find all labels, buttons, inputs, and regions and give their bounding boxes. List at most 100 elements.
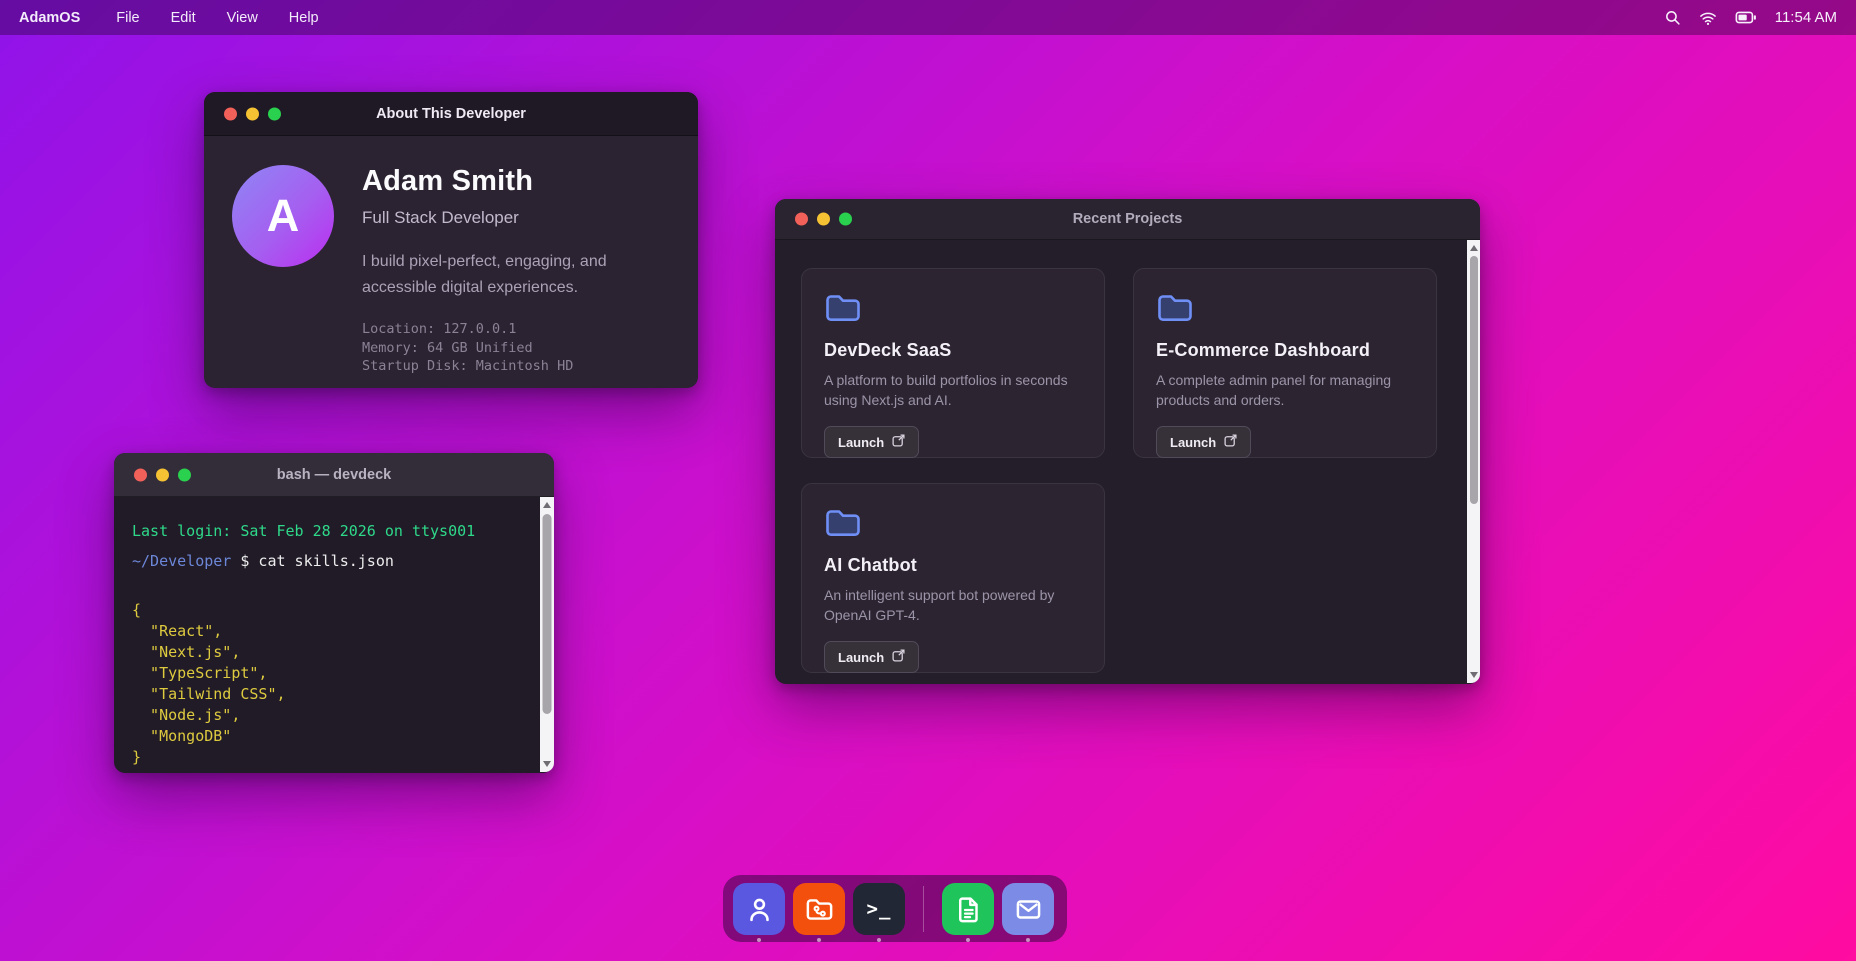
folder-icon (824, 506, 1082, 538)
window-title: Recent Projects (775, 211, 1480, 227)
terminal-icon[interactable]: >_ (853, 883, 905, 935)
terminal-json-line: "React", (132, 621, 528, 642)
project-description: A platform to build portfolios in second… (824, 371, 1082, 410)
about-content: A Adam Smith Full Stack Developer I buil… (204, 136, 698, 376)
running-indicator (1026, 938, 1030, 942)
document-icon[interactable] (942, 883, 994, 935)
menu-item-edit[interactable]: Edit (171, 10, 196, 26)
battery-icon[interactable] (1735, 10, 1757, 25)
menu-item-help[interactable]: Help (289, 10, 319, 26)
developer-bio: I build pixel-perfect, engaging, and acc… (362, 249, 630, 301)
minimize-button[interactable] (246, 107, 259, 120)
project-description: An intelligent support bot powered by Op… (824, 586, 1082, 625)
developer-name: Adam Smith (362, 165, 630, 198)
dock-item-mail[interactable] (1002, 883, 1054, 942)
menu-item-file[interactable]: File (116, 10, 139, 26)
terminal-scrollbar[interactable] (540, 497, 554, 772)
close-button[interactable] (224, 107, 237, 120)
folder-icon (1156, 291, 1414, 323)
scroll-down-arrow[interactable] (1470, 672, 1478, 678)
maximize-button[interactable] (839, 213, 852, 226)
status-area: 11:54 AM (1664, 9, 1837, 26)
terminal-output[interactable]: Last login: Sat Feb 28 2026 on ttys001 ~… (114, 497, 554, 772)
project-name: DevDeck SaaS (824, 340, 1082, 361)
launch-button[interactable]: Launch (824, 641, 919, 673)
projects-content: DevDeck SaaS A platform to build portfol… (775, 240, 1480, 683)
terminal-json-line: "Tailwind CSS", (132, 684, 528, 705)
terminal-json-line: "Next.js", (132, 642, 528, 663)
maximize-button[interactable] (178, 468, 191, 481)
external-link-icon (892, 434, 905, 450)
stat-memory: Memory: 64 GB Unified (362, 339, 630, 358)
menu-bar: AdamOS File Edit View Help 11:54 AM (0, 0, 1856, 35)
project-name: AI Chatbot (824, 555, 1082, 576)
scroll-up-arrow[interactable] (543, 502, 551, 508)
project-cards: DevDeck SaaS A platform to build portfol… (775, 240, 1480, 697)
folder-git-icon[interactable] (793, 883, 845, 935)
wifi-icon[interactable] (1699, 10, 1717, 26)
folder-icon (824, 291, 1082, 323)
dock-item-terminal[interactable]: >_ (853, 883, 905, 942)
menu-item-view[interactable]: View (227, 10, 258, 26)
minimize-button[interactable] (156, 468, 169, 481)
search-icon[interactable] (1664, 9, 1681, 26)
prompt-path: ~/Developer (132, 552, 231, 570)
desktop-background: AdamOS File Edit View Help 11:54 AM (0, 0, 1856, 961)
dock-item-projects-folder[interactable] (793, 883, 845, 942)
close-button[interactable] (134, 468, 147, 481)
dock-item-profile[interactable] (733, 883, 785, 942)
window-controls (224, 107, 281, 120)
running-indicator (877, 938, 881, 942)
terminal-prompt-line: ~/Developer $ cat skills.json (132, 551, 528, 572)
project-card-ecommerce: E-Commerce Dashboard A complete admin pa… (1133, 268, 1437, 458)
terminal-json-line: "TypeScript", (132, 663, 528, 684)
projects-titlebar[interactable]: Recent Projects (775, 199, 1480, 240)
about-titlebar[interactable]: About This Developer (204, 92, 698, 136)
running-indicator (757, 938, 761, 942)
prompt-command: $ cat skills.json (231, 552, 394, 570)
terminal-json-line: { (132, 600, 528, 621)
close-button[interactable] (795, 213, 808, 226)
terminal-json-line: "Node.js", (132, 705, 528, 726)
menu-items: File Edit View Help (116, 10, 318, 26)
scroll-up-arrow[interactable] (1470, 245, 1478, 251)
mail-icon[interactable] (1002, 883, 1054, 935)
projects-window: Recent Projects DevDeck SaaS A platform … (775, 199, 1480, 684)
about-window: About This Developer A Adam Smith Full S… (204, 92, 698, 388)
external-link-icon (1224, 434, 1237, 450)
stat-location: Location: 127.0.0.1 (362, 320, 630, 339)
developer-role: Full Stack Developer (362, 208, 630, 228)
maximize-button[interactable] (268, 107, 281, 120)
project-card-ai-chatbot: AI Chatbot An intelligent support bot po… (801, 483, 1105, 673)
terminal-window: bash — devdeck Last login: Sat Feb 28 20… (114, 453, 554, 773)
launch-button[interactable]: Launch (1156, 426, 1251, 458)
scrollbar-thumb[interactable] (543, 514, 552, 714)
avatar-letter: A (267, 190, 300, 242)
projects-scrollbar[interactable] (1467, 240, 1480, 683)
window-controls (795, 213, 852, 226)
running-indicator (817, 938, 821, 942)
dock: >_ (723, 875, 1067, 942)
clock[interactable]: 11:54 AM (1775, 9, 1837, 26)
terminal-json-line: "MongoDB" (132, 726, 528, 747)
running-indicator (966, 938, 970, 942)
project-card-devdeck: DevDeck SaaS A platform to build portfol… (801, 268, 1105, 458)
terminal-titlebar[interactable]: bash — devdeck (114, 453, 554, 497)
external-link-icon (892, 649, 905, 665)
dock-divider (923, 886, 924, 932)
minimize-button[interactable] (817, 213, 830, 226)
project-description: A complete admin panel for managing prod… (1156, 371, 1414, 410)
person-icon[interactable] (733, 883, 785, 935)
stat-startup-disk: Startup Disk: Macintosh HD (362, 357, 630, 376)
launch-button[interactable]: Launch (824, 426, 919, 458)
project-name: E-Commerce Dashboard (1156, 340, 1414, 361)
terminal-json-line: } (132, 747, 528, 768)
window-controls (134, 468, 191, 481)
avatar: A (232, 165, 334, 267)
dock-item-notes[interactable] (942, 883, 994, 942)
os-brand[interactable]: AdamOS (19, 10, 80, 26)
system-stats: Location: 127.0.0.1 Memory: 64 GB Unifie… (362, 320, 630, 376)
scroll-down-arrow[interactable] (543, 761, 551, 767)
terminal-line-last-login: Last login: Sat Feb 28 2026 on ttys001 (132, 521, 528, 542)
scrollbar-thumb[interactable] (1470, 256, 1478, 504)
